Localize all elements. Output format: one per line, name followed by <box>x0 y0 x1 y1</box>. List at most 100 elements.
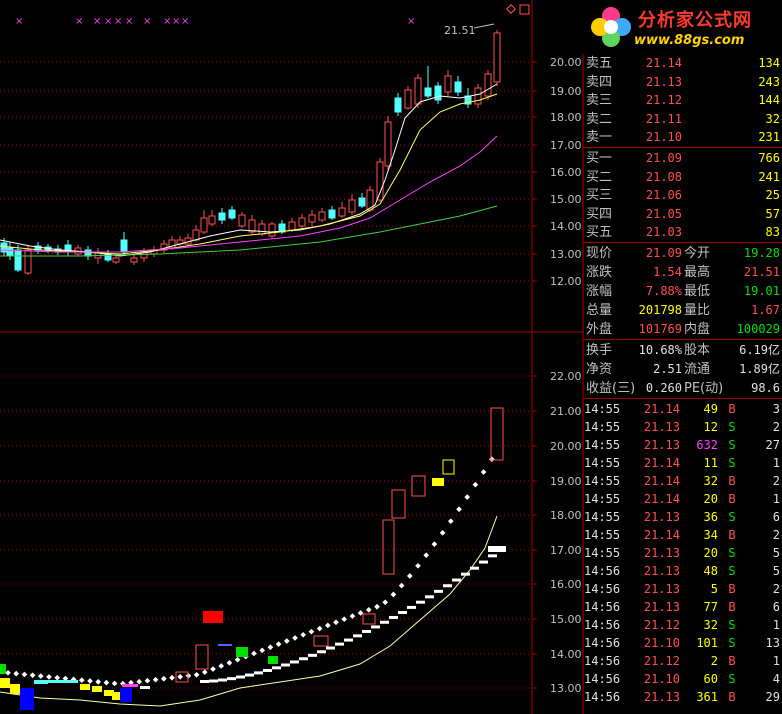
green-block <box>236 647 248 657</box>
candle-body <box>328 209 336 219</box>
indicator-bar <box>120 688 132 702</box>
hollow-red-box <box>195 644 209 670</box>
tick-row[interactable]: 14:56 21.13 77 B 6 <box>584 598 782 617</box>
tick-row[interactable]: 14:56 21.13 361 B 29 <box>584 688 782 707</box>
tick-price: 21.14 <box>643 528 680 542</box>
quote-label: 现价 <box>586 246 613 261</box>
fundamentals-value: 6.19亿 <box>739 343 780 357</box>
tick-row[interactable]: 14:55 21.13 20 S 5 <box>584 544 782 563</box>
tick-row[interactable]: 14:55 21.14 49 B 3 <box>584 400 782 419</box>
tick-side: S <box>728 438 736 452</box>
tick-row[interactable]: 14:56 21.10 101 S 13 <box>584 634 782 653</box>
bid-level-row[interactable]: 买四 21.05 57 <box>584 205 782 224</box>
fundamentals-label: 股本 <box>684 343 711 358</box>
price-chart[interactable]: 20.00 19.00 18.00 17.00 16.00 15.00 14.00 13.00… <box>0 0 584 714</box>
upper-axis-label: 20.00 <box>550 56 582 69</box>
moving-average-lines <box>0 83 498 257</box>
tick-time: 14:55 <box>584 456 621 470</box>
tick-volume: 32 <box>703 618 718 632</box>
candle-body <box>358 197 366 207</box>
site-logo: 分析家公式网 www.88gs.com <box>582 0 782 54</box>
upper-axis-label: 15.00 <box>550 193 582 206</box>
indicator-dot <box>201 669 208 676</box>
tick-row[interactable]: 14:55 21.13 36 S 6 <box>584 508 782 527</box>
indicator-dot <box>406 573 413 579</box>
tick-count: 1 <box>772 654 780 668</box>
candle-body <box>14 249 22 271</box>
indicator-dot <box>398 582 405 589</box>
tick-volume: 20 <box>703 546 718 560</box>
diamond-icon[interactable] <box>506 4 516 14</box>
tick-row[interactable]: 14:55 21.13 12 S 2 <box>584 418 782 437</box>
tick-side: S <box>728 420 736 434</box>
indicator-dot <box>144 677 151 684</box>
tick-volume: 77 <box>703 600 718 614</box>
order-volume: 83 <box>765 225 780 240</box>
indicator-bar <box>140 686 150 689</box>
tick-row[interactable]: 14:55 21.14 34 B 2 <box>584 526 782 545</box>
tick-price: 21.13 <box>643 564 680 578</box>
indicator-dot <box>210 666 216 672</box>
indicator-dot <box>169 674 175 681</box>
tick-row[interactable]: 14:55 21.14 11 S 1 <box>584 454 782 473</box>
order-price: 21.03 <box>645 225 682 240</box>
tick-row[interactable]: 14:55 21.14 20 B 1 <box>584 490 782 509</box>
step-bar <box>344 638 353 642</box>
tick-count: 1 <box>772 456 780 470</box>
quote-row: 总量 201798 量比 1.67 <box>584 301 782 320</box>
tick-volume: 60 <box>703 672 718 686</box>
quote-row: 外盘 101769 内盘 100029 <box>584 320 782 339</box>
indicator-dot <box>464 494 471 500</box>
ask-level-row[interactable]: 卖四 21.13 243 <box>584 73 782 92</box>
indicator-dot <box>78 677 85 684</box>
upper-axis-label: 12.00 <box>550 275 582 288</box>
tick-count: 2 <box>772 582 780 596</box>
order-price: 21.08 <box>645 169 682 184</box>
order-volume: 243 <box>758 74 780 89</box>
tick-count: 1 <box>772 492 780 506</box>
tick-time: 14:55 <box>584 528 621 542</box>
lower-axis-label: 20.00 <box>550 440 582 453</box>
ask-level-row[interactable]: 卖三 21.12 144 <box>584 91 782 110</box>
quote-row: 涨幅 7.88% 最低 19.01 <box>584 282 782 301</box>
candle-body <box>218 212 226 221</box>
indicator-dot <box>365 607 372 613</box>
tick-row[interactable]: 14:56 21.13 5 B 2 <box>584 580 782 599</box>
order-volume: 32 <box>765 111 780 126</box>
bid-level-row[interactable]: 买五 21.03 83 <box>584 223 782 242</box>
upper-axis-label: 14.00 <box>550 220 582 233</box>
tick-count: 2 <box>772 474 780 488</box>
indicator-bar <box>20 688 34 710</box>
tick-row[interactable]: 14:56 21.12 2 B 1 <box>584 652 782 671</box>
indicator-dot <box>423 552 430 559</box>
ask-level-row[interactable]: 卖二 21.11 32 <box>584 110 782 129</box>
bid-level-row[interactable]: 买三 21.06 25 <box>584 186 782 205</box>
quote-label: 最低 <box>684 284 711 299</box>
tick-row[interactable]: 14:56 21.13 48 S 5 <box>584 562 782 581</box>
indicator-dot <box>5 669 11 676</box>
tick-row[interactable]: 14:56 21.12 32 S 1 <box>584 616 782 635</box>
x-marker: × <box>163 16 171 27</box>
tick-row[interactable]: 14:56 21.10 60 S 4 <box>584 670 782 689</box>
x-marker: × <box>125 16 133 27</box>
tick-row[interactable]: 14:55 21.13 632 S 27 <box>584 436 782 455</box>
ask-level-row[interactable]: 卖五 21.14 134 <box>584 54 782 73</box>
bid-level-row[interactable]: 买二 21.08 241 <box>584 168 782 187</box>
bid-level-row[interactable]: 买一 21.09 766 <box>584 149 782 168</box>
fundamentals-label: 流通 <box>684 362 711 377</box>
step-bar <box>209 679 218 683</box>
order-price: 21.13 <box>645 74 682 89</box>
indicator-dot <box>488 456 495 463</box>
tick-price: 21.14 <box>643 456 680 470</box>
fundamentals-divider <box>584 339 782 340</box>
tick-row[interactable]: 14:55 21.14 32 B 2 <box>584 472 782 491</box>
tick-count: 13 <box>765 636 780 650</box>
window-restore-icon[interactable] <box>519 4 530 15</box>
ask-level-row[interactable]: 卖一 21.10 231 <box>584 128 782 147</box>
yellow-block <box>432 478 444 486</box>
step-bar <box>416 600 425 604</box>
tick-volume: 12 <box>703 420 718 434</box>
indicator-dot <box>275 641 282 647</box>
tick-time: 14:56 <box>584 672 621 686</box>
tick-price: 21.13 <box>643 438 680 452</box>
